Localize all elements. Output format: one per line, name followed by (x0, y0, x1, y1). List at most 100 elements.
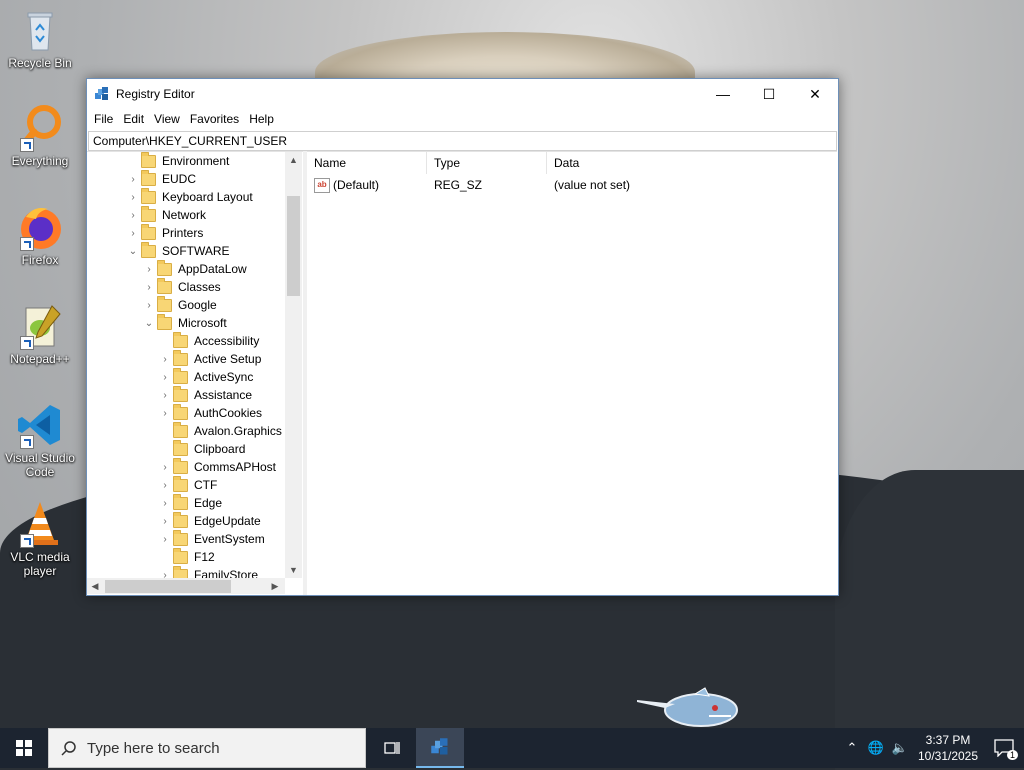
clock[interactable]: 3:37 PM 10/31/2025 (912, 732, 984, 764)
minimize-button[interactable]: — (700, 79, 746, 109)
search-placeholder: Type here to search (87, 739, 220, 757)
desktop-icon-everything[interactable]: Everything (4, 104, 76, 168)
desktop-icon-recycle-bin[interactable]: Recycle Bin (4, 6, 76, 70)
tree-item[interactable]: Accessibility (159, 331, 259, 350)
tree-item[interactable]: F12 (159, 547, 215, 566)
tree-item[interactable]: Clipboard (159, 439, 245, 458)
folder-icon (173, 421, 188, 438)
chevron-down-icon[interactable]: ⌄ (143, 314, 155, 332)
tree-item-label: EventSystem (194, 532, 265, 546)
tree-item[interactable]: › FamilyStore (159, 565, 258, 579)
start-button[interactable] (0, 728, 48, 768)
tree-horizontal-scrollbar[interactable]: ◀ ▶ (87, 578, 285, 594)
list-header: Name Type Data (307, 152, 837, 174)
list-row-default[interactable]: ab (Default) REG_SZ (value not set) (307, 174, 837, 196)
chevron-right-icon[interactable]: › (159, 350, 171, 368)
network-icon[interactable]: 🌐 (864, 728, 888, 768)
menu-edit[interactable]: Edit (118, 112, 149, 126)
string-value-icon: ab (314, 177, 330, 193)
tree-item[interactable]: Environment (127, 152, 229, 170)
tree-item[interactable]: › EventSystem (159, 529, 265, 548)
chevron-right-icon[interactable]: › (143, 260, 155, 278)
desktop-icon-vlc[interactable]: VLC media player (4, 500, 76, 578)
tree-item[interactable]: › CTF (159, 475, 218, 494)
title-bar[interactable]: Registry Editor — ☐ ✕ (87, 79, 838, 109)
folder-icon (173, 385, 188, 402)
chevron-right-icon[interactable]: › (159, 566, 171, 579)
column-header-data[interactable]: Data (547, 152, 747, 174)
key-tree-pane[interactable]: Environment › EUDC › Keyboard Layout › Network… (87, 151, 303, 594)
chevron-right-icon[interactable]: › (127, 224, 139, 242)
tree-item[interactable]: › Printers (127, 223, 204, 242)
values-list-pane[interactable]: Name Type Data ab (Default) REG_SZ (valu… (307, 151, 837, 595)
chevron-right-icon[interactable]: › (159, 386, 171, 404)
tree-item[interactable]: ⌄ SOFTWARE (127, 241, 230, 260)
chevron-right-icon[interactable]: › (159, 368, 171, 386)
chevron-right-icon[interactable]: › (143, 296, 155, 314)
menu-file[interactable]: File (89, 112, 118, 126)
tree-item[interactable]: › Network (127, 205, 207, 224)
chevron-down-icon[interactable]: ⌄ (127, 242, 139, 260)
chevron-right-icon[interactable]: › (159, 404, 171, 422)
tree-vertical-scrollbar[interactable]: ▲ ▼ (285, 152, 302, 578)
tree-item[interactable]: › Edge (159, 493, 222, 512)
folder-icon (141, 223, 156, 240)
scroll-up-icon[interactable]: ▲ (285, 152, 302, 168)
tree-item[interactable]: › EUDC (127, 169, 196, 188)
column-header-name[interactable]: Name (307, 152, 427, 174)
address-bar[interactable]: Computer\HKEY_CURRENT_USER (88, 131, 837, 151)
desktop-icon-firefox[interactable]: Firefox (4, 203, 76, 267)
tree-item[interactable]: › ActiveSync (159, 367, 253, 386)
chevron-right-icon[interactable]: › (159, 476, 171, 494)
tree-item[interactable]: › Assistance (159, 385, 252, 404)
tree-item[interactable]: ⌄ Microsoft (143, 313, 227, 332)
volume-muted-icon[interactable]: 🔈 (888, 728, 912, 768)
tree-item[interactable]: › AuthCookies (159, 403, 262, 422)
chevron-right-icon[interactable]: › (127, 188, 139, 206)
tree-item[interactable]: › CommsAPHost (159, 457, 276, 476)
tree-item[interactable]: Avalon.Graphics (159, 421, 282, 440)
tree-vscroll-thumb[interactable] (287, 196, 300, 296)
menu-favorites[interactable]: Favorites (185, 112, 244, 126)
regedit-app-icon (95, 87, 108, 100)
tree-item[interactable]: › Google (143, 295, 217, 314)
desktop-icon-vscode[interactable]: Visual Studio Code (4, 401, 76, 479)
maximize-button[interactable]: ☐ (746, 79, 792, 109)
scroll-left-icon[interactable]: ◀ (87, 578, 103, 594)
chevron-up-icon[interactable]: ⌃ (840, 728, 864, 768)
chevron-right-icon[interactable]: › (159, 494, 171, 512)
menu-help[interactable]: Help (244, 112, 279, 126)
scroll-right-icon[interactable]: ▶ (267, 578, 283, 594)
taskbar-registry-editor[interactable] (416, 728, 464, 768)
column-header-type[interactable]: Type (427, 152, 547, 174)
chevron-right-icon[interactable]: › (159, 512, 171, 530)
tree-item[interactable]: › EdgeUpdate (159, 511, 261, 530)
shortcut-arrow-icon (20, 435, 34, 449)
menu-view[interactable]: View (149, 112, 185, 126)
task-view-button[interactable] (368, 728, 416, 768)
chevron-right-icon[interactable]: › (159, 530, 171, 548)
tree-item-label: Network (162, 208, 207, 222)
tree-item[interactable]: › Classes (143, 277, 221, 296)
tree-item-label: CTF (194, 478, 218, 492)
tree-item[interactable]: › Active Setup (159, 349, 261, 368)
scroll-down-icon[interactable]: ▼ (285, 562, 302, 578)
taskbar-search-box[interactable]: Type here to search (48, 728, 366, 768)
folder-icon (157, 277, 172, 294)
notification-center-button[interactable]: 1 (984, 728, 1024, 768)
tree-item[interactable]: › AppDataLow (143, 259, 247, 278)
chevron-right-icon[interactable]: › (127, 206, 139, 224)
shortcut-arrow-icon (20, 237, 34, 251)
chevron-right-icon[interactable]: › (127, 170, 139, 188)
close-button[interactable]: ✕ (792, 79, 838, 109)
chevron-right-icon[interactable]: › (143, 278, 155, 296)
desktop-icon-label: Notepad++ (10, 352, 70, 366)
tree-item-label: Printers (162, 226, 204, 240)
vscode-icon (16, 401, 64, 449)
desktop-icon-label: Visual Studio Code (5, 451, 75, 479)
chevron-right-icon[interactable]: › (159, 458, 171, 476)
desktop-icon-notepad-plus-plus[interactable]: Notepad++ (4, 302, 76, 366)
tree-item[interactable]: › Keyboard Layout (127, 187, 253, 206)
tree-hscroll-thumb[interactable] (105, 580, 231, 593)
tree-item-label: AppDataLow (178, 262, 247, 276)
